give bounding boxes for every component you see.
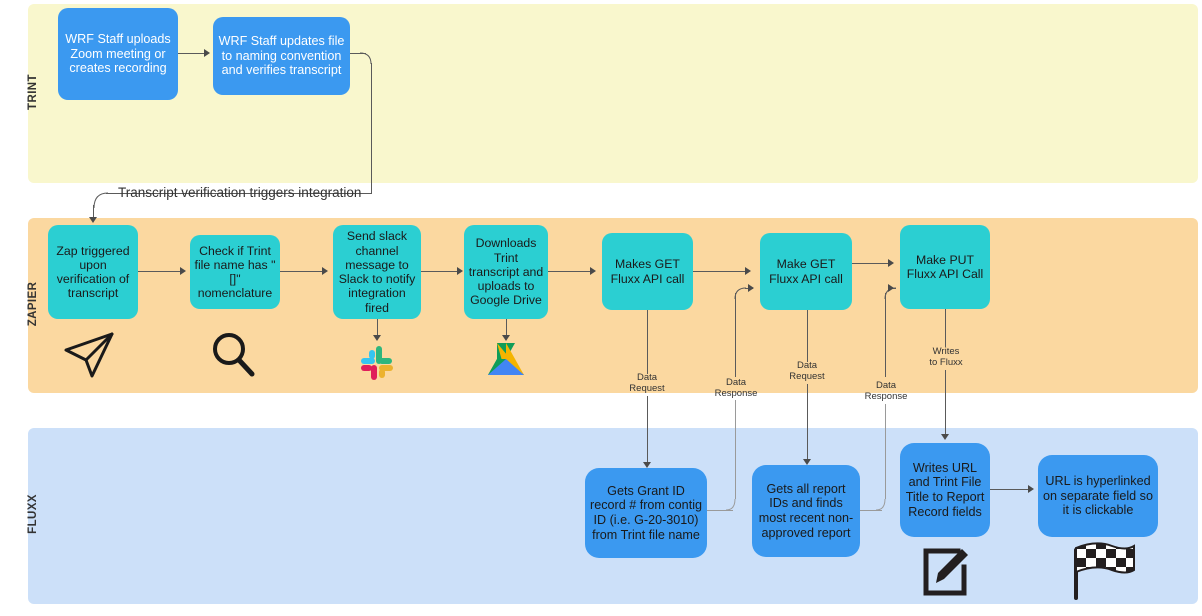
edge-data-request-2-upper xyxy=(807,310,808,362)
edge-label-writes-to-fluxx: Writes to Fluxx xyxy=(929,346,963,369)
node-make-put-fluxx-api-call[interactable]: Make PUT Fluxx API Call xyxy=(900,225,990,309)
edge-data-response-1-upper xyxy=(735,293,736,377)
node-zap-triggered[interactable]: Zap triggered upon verification of trans… xyxy=(48,225,138,319)
node-label: Gets all report IDs and finds most recen… xyxy=(758,481,854,540)
node-check-trint-filename[interactable]: Check if Trint file name has "[]" nomenc… xyxy=(190,235,280,309)
edge-z4-to-z5 xyxy=(548,271,592,272)
arrowhead-z2-z3 xyxy=(322,267,328,275)
node-label: Makes GET Fluxx API call xyxy=(610,257,685,286)
edge-f3-to-f4 xyxy=(990,489,1030,490)
edit-pencil-square-icon xyxy=(923,548,968,596)
arrowhead-z6-z7 xyxy=(888,259,894,267)
edge-label-data-request-2: Data Request xyxy=(789,360,825,383)
send-paper-plane-icon xyxy=(64,332,114,378)
slack-logo-icon xyxy=(361,346,393,380)
node-wrf-updates-file[interactable]: WRF Staff updates file to naming convent… xyxy=(213,17,350,95)
edge-writes-to-fluxx-upper xyxy=(945,309,946,347)
checkered-finish-flag-icon xyxy=(1074,542,1135,600)
edge-corner-trigger xyxy=(93,192,108,208)
node-makes-get-fluxx-api-call[interactable]: Makes GET Fluxx API call xyxy=(602,233,693,310)
edge-data-request-1-lower xyxy=(647,396,648,464)
node-label: Make PUT Fluxx API Call xyxy=(906,252,984,281)
edge-corner-data-response-1-top xyxy=(734,287,746,299)
node-make-get-fluxx-api-call[interactable]: Make GET Fluxx API call xyxy=(760,233,852,310)
node-label: WRF Staff uploads Zoom meeting or create… xyxy=(65,32,171,76)
edge-t1-to-t2 xyxy=(178,53,206,54)
arrowhead-z5-z6 xyxy=(745,267,751,275)
node-label: WRF Staff updates file to naming convent… xyxy=(218,34,345,78)
lane-label-zapier: ZAPIER xyxy=(27,281,39,327)
node-url-hyperlinked-clickable[interactable]: URL is hyperlinked on separate field so … xyxy=(1038,455,1158,537)
edge-corner-t2 xyxy=(360,52,372,64)
arrowhead-trigger xyxy=(89,217,97,223)
node-label: Zap triggered upon verification of trans… xyxy=(56,243,130,301)
arrowhead-z1-z2 xyxy=(180,267,186,275)
lane-label-fluxx: FLUXX xyxy=(27,494,39,534)
edge-data-response-2-lower xyxy=(885,404,886,499)
node-label: Downloads Trint transcript and uploads t… xyxy=(468,236,544,308)
magnifier-search-icon xyxy=(213,333,255,377)
edge-data-request-1-upper xyxy=(647,310,648,374)
node-gets-grant-id-record[interactable]: Gets Grant ID record # from contig ID (i… xyxy=(585,468,707,558)
trigger-label: Transcript verification triggers integra… xyxy=(118,185,362,200)
arrowhead-f3-f4 xyxy=(1028,485,1034,493)
node-label: Make GET Fluxx API call xyxy=(769,257,843,286)
node-label: Send slack channel message to Slack to n… xyxy=(338,229,416,315)
edge-label-data-response-2: Data Response xyxy=(864,380,908,403)
edge-data-response-1-lower xyxy=(735,400,736,499)
edge-z3-to-z4 xyxy=(421,271,459,272)
arrowhead-z3-z4 xyxy=(457,267,463,275)
node-gets-all-report-ids[interactable]: Gets all report IDs and finds most recen… xyxy=(752,465,860,557)
edge-data-response-2-upper xyxy=(885,293,886,377)
node-writes-url-to-report-record[interactable]: Writes URL and Trint File Title to Repor… xyxy=(900,443,990,537)
node-label: Gets Grant ID record # from contig ID (i… xyxy=(590,483,702,542)
node-label: Writes URL and Trint File Title to Repor… xyxy=(905,460,985,519)
node-send-slack-message[interactable]: Send slack channel message to Slack to n… xyxy=(333,225,421,319)
edge-label-data-response-1: Data Response xyxy=(714,377,758,400)
edge-writes-to-fluxx-lower xyxy=(945,370,946,436)
lane-label-trint: TRINT xyxy=(27,74,39,110)
node-label: URL is hyperlinked on separate field so … xyxy=(1043,474,1153,518)
arrowhead-writes-to-fluxx xyxy=(941,434,949,440)
node-download-upload-drive[interactable]: Downloads Trint transcript and uploads t… xyxy=(464,225,548,319)
google-drive-logo-icon xyxy=(488,343,524,375)
edge-corner-data-response-1 xyxy=(726,498,736,511)
edge-label-data-request-1: Data Request xyxy=(629,372,665,395)
edge-data-request-2-lower xyxy=(807,384,808,461)
edge-t2-down xyxy=(371,63,372,194)
edge-z6-to-z7 xyxy=(852,263,890,264)
edge-z5-to-z6 xyxy=(693,271,747,272)
arrowhead-t1-t2 xyxy=(204,49,210,57)
node-label: Check if Trint file name has "[]" nomenc… xyxy=(194,243,276,301)
arrowhead-data-response-1 xyxy=(748,284,754,292)
arrowhead-z4-z5 xyxy=(590,267,596,275)
flowchart-canvas: TRINT ZAPIER FLUXX WRF Staff uploads Zoo… xyxy=(0,0,1202,616)
edge-corner-data-response-2 xyxy=(876,498,886,511)
arrowhead-data-response-2 xyxy=(888,284,894,292)
lane-trint xyxy=(28,4,1198,183)
node-wrf-uploads-zoom[interactable]: WRF Staff uploads Zoom meeting or create… xyxy=(58,8,178,100)
edge-z2-to-z3 xyxy=(280,271,324,272)
edge-z1-to-z2 xyxy=(138,271,182,272)
